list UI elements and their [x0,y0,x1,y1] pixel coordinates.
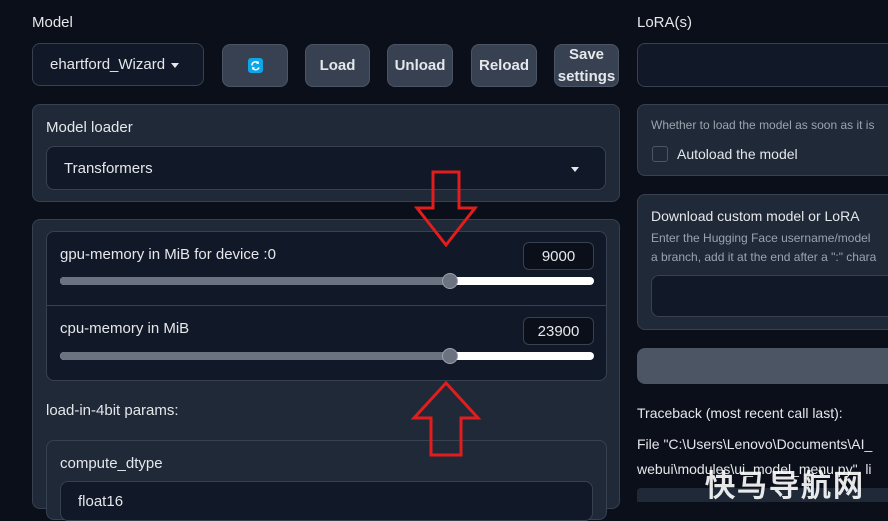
download-title: Download custom model or LoRA [651,208,860,224]
cpu-memory-label: cpu-memory in MiB [60,320,190,337]
autoload-hint: Whether to load the model as soon as it … [651,118,875,132]
lora-dropdown[interactable] [637,43,888,87]
cpu-memory-slider-track[interactable] [60,352,594,360]
model-loader-value: Transformers [64,159,153,177]
gpu-memory-label: gpu-memory in MiB for device :0 [60,246,276,263]
arrow-up-icon [410,380,482,457]
reload-button[interactable]: Reload [471,44,537,87]
gpu-memory-slider-track[interactable] [60,277,594,285]
autoload-checkbox[interactable] [652,146,668,162]
divider [47,305,606,306]
watermark: 快马导航网 [705,469,865,504]
cpu-memory-slider-fill [60,352,450,360]
memory-sliders-group: gpu-memory in MiB for device :0 9000 cpu… [46,231,607,381]
gpu-memory-slider-fill [60,277,450,285]
model-dropdown-value: ehartford_Wizard [50,56,165,73]
compute-dtype-dropdown[interactable]: float16 [60,481,593,521]
download-button[interactable] [637,348,888,384]
traceback-line-1: File "C:\Users\Lenovo\Documents\AI_ [637,436,873,452]
cpu-memory-input[interactable]: 23900 [523,317,594,345]
download-description-line2: a branch, add it at the end after a ":" … [651,250,877,264]
refresh-icon [247,58,263,73]
download-block: Download custom model or LoRA Enter the … [637,194,888,330]
refresh-button[interactable] [222,44,288,87]
save-settings-label-line1: Save [568,45,605,63]
download-input[interactable] [651,275,888,317]
chevron-down-icon [571,167,579,172]
gpu-memory-slider-thumb[interactable] [441,273,458,289]
model-loader-dropdown[interactable]: Transformers [46,146,606,190]
model-loader-label: Model loader [46,119,133,136]
loader-params-block: gpu-memory in MiB for device :0 9000 cpu… [32,219,620,521]
traceback-title: Traceback (most recent call last): [637,405,843,421]
chevron-down-icon [171,63,179,68]
unload-button[interactable]: Unload [387,44,453,87]
model-label: Model [32,14,73,31]
save-settings-button[interactable]: Save settings [554,44,619,87]
download-description-line1: Enter the Hugging Face username/model [651,231,871,245]
compute-dtype-label: compute_dtype [60,455,163,472]
save-settings-label-line2: settings [557,67,616,85]
cpu-memory-slider-thumb[interactable] [441,348,458,364]
lora-label: LoRA(s) [637,14,693,31]
gpu-memory-input[interactable]: 9000 [523,242,594,270]
load-in-4bit-params-label: load-in-4bit params: [46,402,179,419]
arrow-down-icon [413,170,479,248]
autoload-label: Autoload the model [677,146,798,162]
model-dropdown[interactable]: ehartford_Wizard [32,43,204,86]
compute-dtype-value: float16 [78,492,124,510]
model-loader-block: Model loader Transformers [32,104,620,202]
compute-dtype-group: compute_dtype float16 [46,440,607,521]
load-button[interactable]: Load [305,44,370,87]
autoload-block: Whether to load the model as soon as it … [637,104,888,176]
